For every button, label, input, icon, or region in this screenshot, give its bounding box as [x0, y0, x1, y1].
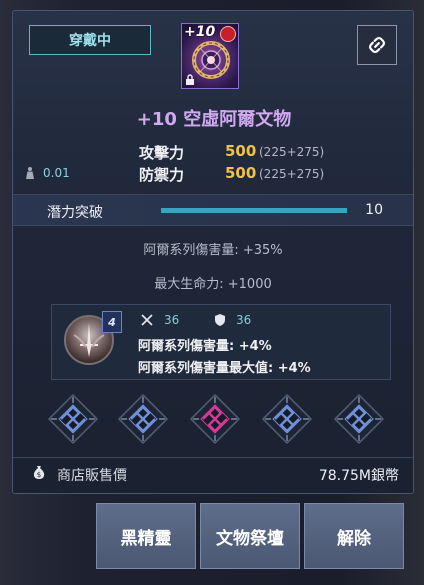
defense-stat-row: 防禦力 500 (225+275)	[13, 164, 413, 184]
red-crest-icon	[220, 26, 236, 42]
sell-price-label: 商店販售價	[57, 468, 127, 484]
black-spirit-button[interactable]: 黑精靈	[96, 503, 196, 569]
potential-label: 潛力突破	[47, 205, 103, 221]
rune-slot-icon	[47, 393, 99, 445]
rune-attack-stat: 36	[140, 313, 179, 327]
unequip-button[interactable]: 解除	[304, 503, 404, 569]
rune-slot[interactable]	[117, 393, 169, 445]
rune-level-value: 4	[108, 315, 116, 329]
attack-value: 500	[225, 142, 257, 160]
defense-label: 防禦力	[139, 166, 185, 184]
bonus-stat-line: 阿爾系列傷害量: +35%	[143, 243, 283, 258]
potential-bar-track	[161, 208, 347, 213]
defense-breakdown: (225+275)	[259, 167, 325, 181]
rune-slot[interactable]	[189, 393, 241, 445]
lock-icon	[186, 74, 194, 85]
artifact-altar-button[interactable]: 文物祭壇	[200, 503, 300, 569]
money-bag-icon: $	[33, 466, 45, 479]
shop-sell-price-row: $ 商店販售價 78.75M銀幣	[13, 457, 413, 485]
rune-defense-value: 36	[236, 313, 252, 327]
attack-stat-row: 攻擊力 500 (225+275)	[13, 142, 413, 162]
crossed-swords-icon	[141, 314, 153, 326]
black-spirit-button-label: 黑精靈	[120, 528, 172, 549]
item-title: +10 空虛阿爾文物	[136, 109, 292, 130]
item-tooltip-panel: 穿戴中 +10 +10 空虛阿爾文物 0.01 攻擊力 500 (225+275…	[12, 10, 414, 494]
rune-effect-line: 阿爾系列傷害量: +4%	[138, 339, 272, 354]
svg-text:$: $	[37, 471, 41, 479]
potential-value: 10	[365, 202, 383, 218]
artifact-item-icon: +10	[181, 23, 239, 89]
rune-slot[interactable]	[333, 393, 385, 445]
link-icon	[369, 37, 385, 53]
unequip-button-label: 解除	[337, 528, 371, 549]
rune-slots-row	[13, 393, 413, 447]
rune-defense-stat: 36	[214, 313, 251, 327]
defense-value: 500	[225, 164, 257, 182]
attack-label: 攻擊力	[139, 144, 185, 162]
potential-breakthrough-row: 潛力突破 10	[13, 194, 413, 226]
rune-slot-icon	[261, 393, 313, 445]
link-button[interactable]	[357, 25, 397, 65]
bonus-stat-line: 最大生命力: +1000	[154, 277, 272, 292]
rune-slot-icon	[117, 393, 169, 445]
equipped-status-badge: 穿戴中	[29, 25, 151, 55]
rune-attack-value: 36	[164, 313, 180, 327]
sell-price-value: 78.75M銀幣	[318, 468, 399, 484]
enhance-level-label: +10	[184, 24, 216, 40]
attack-breakdown: (225+275)	[259, 145, 325, 159]
rune-slot-icon	[189, 393, 241, 445]
shield-icon	[215, 314, 225, 326]
equipped-label: 穿戴中	[69, 33, 111, 49]
rune-slot[interactable]	[47, 393, 99, 445]
rune-level-badge: 4	[102, 311, 122, 333]
rune-effect-line: 阿爾系列傷害量最大值: +4%	[138, 361, 311, 376]
potential-bar-fill	[161, 208, 347, 213]
rune-slot-icon	[333, 393, 385, 445]
artifact-altar-button-label: 文物祭壇	[216, 528, 284, 549]
rune-slot[interactable]	[261, 393, 313, 445]
rune-info-box: 4 36 36 阿爾系列傷害量: +4% 阿爾系列傷害量最大值: +4%	[51, 304, 391, 380]
